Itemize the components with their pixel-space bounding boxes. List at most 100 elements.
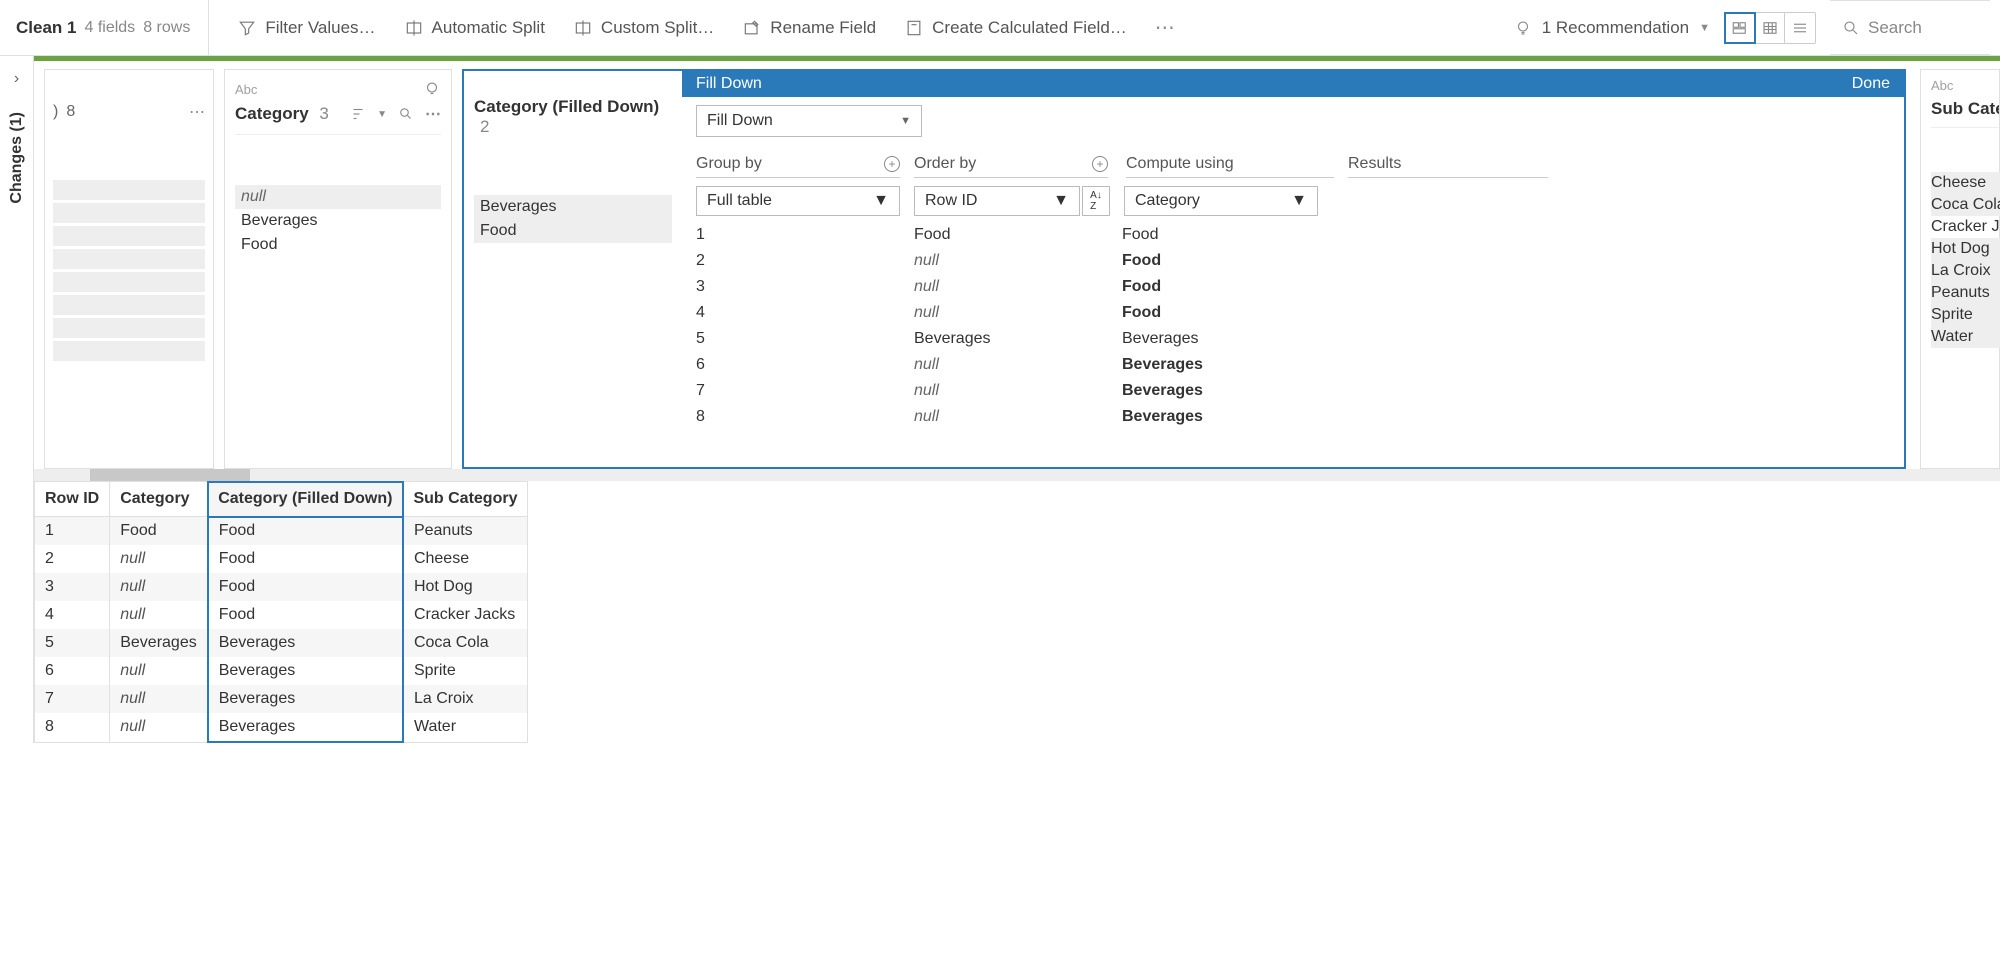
table-row[interactable]: 6nullBeveragesSprite [35,657,528,685]
horizontal-scrollbar[interactable] [34,469,2000,481]
table-cell[interactable]: null [110,657,208,685]
table-cell[interactable]: La Croix [403,685,528,713]
field-name: Category (Filled Down) [474,97,659,116]
table-cell[interactable]: Hot Dog [403,573,528,601]
table-cell[interactable]: Food [208,517,403,546]
lightbulb-icon[interactable] [423,80,441,98]
table-cell[interactable]: 2 [35,545,110,573]
groupby-header: Group by + [696,155,900,178]
table-row[interactable]: 3nullFoodHot Dog [35,573,528,601]
column-header[interactable]: Row ID [35,482,110,517]
table-cell[interactable]: Sprite [403,657,528,685]
changes-label[interactable]: Changes (1) [8,112,26,204]
table-cell[interactable]: null [110,713,208,742]
table-cell[interactable]: null [110,573,208,601]
add-orderby-button[interactable]: + [1092,156,1108,172]
table-row[interactable]: 1FoodFoodPeanuts [35,517,528,546]
table-row[interactable]: 4nullFoodCracker Jacks [35,601,528,629]
sort-icon[interactable] [349,105,367,123]
table-row[interactable]: 5BeveragesBeveragesCoca Cola [35,629,528,657]
table-row[interactable]: 7nullBeveragesLa Croix [35,685,528,713]
recommendations-button[interactable]: 1 Recommendation ▼ [1514,18,1710,38]
table-cell[interactable]: Beverages [208,713,403,742]
table-cell[interactable]: Beverages [208,685,403,713]
grid-view-button[interactable] [1785,13,1815,43]
table-cell[interactable]: 3 [35,573,110,601]
table-cell[interactable]: Coca Cola [403,629,528,657]
profile-view-button[interactable] [1725,13,1755,43]
value-row[interactable]: Coca Cola [1931,194,2000,216]
expand-changes-button[interactable]: › [0,66,33,92]
view-switcher [1724,12,1816,44]
filldown-titlebar: Fill Down Done [682,71,1904,97]
table-cell[interactable]: Beverages [208,629,403,657]
more-icon[interactable]: ⋯ [189,102,205,122]
table-cell[interactable]: 8 [35,713,110,742]
table-cell[interactable]: 1 [35,517,110,546]
column-header[interactable]: Sub Category [403,482,528,517]
table-cell[interactable]: 5 [35,629,110,657]
table-cell[interactable]: Food [208,573,403,601]
value-row[interactable]: Cracker Ja [1931,216,1999,238]
value-row[interactable]: Cheese [1931,172,2000,194]
done-button[interactable]: Done [1852,75,1890,93]
table-cell[interactable]: Food [208,601,403,629]
table-cell[interactable]: Cheese [403,545,528,573]
table-cell[interactable]: 7 [35,685,110,713]
column-header[interactable]: Category (Filled Down) [208,482,403,517]
filter-values-button[interactable]: Filter Values… [237,18,375,38]
preview-result: Food [1122,248,1322,274]
value-row[interactable]: Beverages [235,209,441,233]
custom-split-button[interactable]: Custom Split… [573,18,714,38]
search-icon[interactable] [397,105,415,123]
filldown-type-value: Fill Down [707,112,773,130]
groupby-select[interactable]: Full table ▼ [696,186,900,216]
table-cell[interactable]: 6 [35,657,110,685]
add-groupby-button[interactable]: + [884,156,900,172]
value-row[interactable]: Water [1931,326,2000,348]
orderby-select[interactable]: Row ID ▼ [914,186,1080,216]
filldown-left-card[interactable]: Category (Filled Down) 2 BeveragesFood [464,71,682,467]
table-cell[interactable]: Food [110,517,208,546]
table-row[interactable]: 8nullBeveragesWater [35,713,528,742]
table-row[interactable]: 2nullFoodCheese [35,545,528,573]
create-calc-button[interactable]: Create Calculated Field… [904,18,1127,38]
sort-direction-button[interactable]: A↓Z [1082,186,1110,216]
more-icon[interactable]: ⋯ [425,104,441,124]
compute-select[interactable]: Category ▼ [1124,186,1318,216]
value-row[interactable]: Food [474,219,672,243]
automatic-split-button[interactable]: Automatic Split [404,18,545,38]
value-row[interactable]: null [235,185,441,209]
profile-card-rowid[interactable]: ) 8 ⋯ [44,69,214,469]
table-cell[interactable]: 4 [35,601,110,629]
search-box[interactable]: Search [1830,0,1990,55]
data-grid-wrap: Row IDCategoryCategory (Filled Down)Sub … [34,481,2000,743]
preview-index: 2 [696,248,914,274]
value-row[interactable]: Sprite [1931,304,2000,326]
table-cell[interactable]: null [110,685,208,713]
distinct-count: 2 [480,117,489,136]
rename-field-button[interactable]: Rename Field [742,18,876,38]
value-row[interactable]: Peanuts [1931,282,2000,304]
list-view-button[interactable] [1755,13,1785,43]
table-cell[interactable]: null [110,601,208,629]
table-cell[interactable]: Beverages [208,657,403,685]
profile-card-subcategory[interactable]: Abc Sub Catego CheeseCoca ColaCracker Ja… [1920,69,2000,469]
table-cell[interactable]: Cracker Jacks [403,601,528,629]
chevron-down-icon[interactable]: ▼ [377,109,387,120]
table-cell[interactable]: Food [208,545,403,573]
table-cell[interactable]: Beverages [110,629,208,657]
column-header[interactable]: Category [110,482,208,517]
value-row[interactable]: Food [235,233,441,257]
profile-card-category[interactable]: Abc Category 3 ▼ ⋯ nullBeveragesFood [224,69,452,469]
table-cell[interactable]: Peanuts [403,517,528,546]
preview-index: 5 [696,326,914,352]
filldown-type-select[interactable]: Fill Down ▼ [696,105,922,137]
value-row[interactable]: Hot Dog [1931,238,2000,260]
more-actions-button[interactable]: ⋯ [1155,15,1175,40]
table-cell[interactable]: null [110,545,208,573]
value-row[interactable]: Beverages [474,195,672,219]
value-row[interactable]: La Croix [1931,260,2000,282]
compute-value: Category [1135,192,1200,210]
table-cell[interactable]: Water [403,713,528,742]
